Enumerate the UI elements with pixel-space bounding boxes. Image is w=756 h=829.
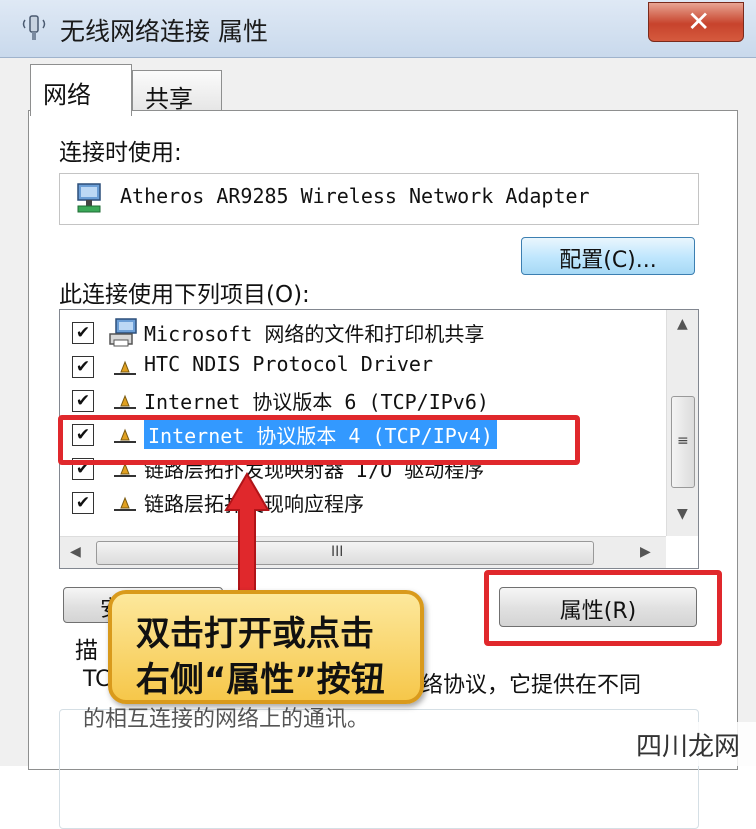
list-item-file-printer-sharing[interactable]: ✔ Microsoft 网络的文件和打印机共享 xyxy=(60,316,664,350)
callout-line-1: 双击打开或点击 xyxy=(136,614,374,654)
watermark: 四川龙网 xyxy=(628,722,756,766)
item-checkbox[interactable]: ✔ xyxy=(72,322,94,344)
protocol-icon xyxy=(114,394,136,409)
scroll-up-icon[interactable]: ▲ xyxy=(677,316,688,332)
list-item-label: Internet 协议版本 6 (TCP/IPv6) xyxy=(144,390,489,414)
list-item-label: Microsoft 网络的文件和打印机共享 xyxy=(144,322,485,346)
protocol-icon xyxy=(114,496,136,511)
computer-printer-icon xyxy=(109,318,137,347)
scroll-right-icon[interactable]: ▶ xyxy=(640,544,651,560)
vertical-scroll-thumb[interactable]: ≡ xyxy=(671,396,695,488)
wireless-network-icon xyxy=(22,15,46,40)
adapter-field: Atheros AR9285 Wireless Network Adapter xyxy=(59,173,699,225)
item-checkbox[interactable]: ✔ xyxy=(72,356,94,378)
highlight-box-properties xyxy=(484,570,722,646)
adapter-name: Atheros AR9285 Wireless Network Adapter xyxy=(120,184,590,208)
list-item-label: HTC NDIS Protocol Driver xyxy=(144,352,433,376)
list-item-htc-ndis[interactable]: ✔ HTC NDIS Protocol Driver xyxy=(60,350,664,384)
vertical-scrollbar[interactable]: ▲ ≡ ▼ xyxy=(666,310,698,536)
list-item-ipv6[interactable]: ✔ Internet 协议版本 6 (TCP/IPv6) xyxy=(60,384,664,418)
description-text-line2: 的相互连接的网络上的通讯。 xyxy=(83,707,370,732)
tab-sharing-label: 共享 xyxy=(145,85,193,113)
connect-using-label: 连接时使用: xyxy=(59,140,182,166)
pointer-arrow-icon xyxy=(224,472,270,596)
items-list-label: 此连接使用下列项目(O): xyxy=(59,282,310,308)
window-title: 无线网络连接 属性 xyxy=(60,17,268,46)
scroll-left-icon[interactable]: ◀ xyxy=(70,544,81,560)
scroll-grip-icon: ≡ xyxy=(677,433,689,449)
horizontal-scrollbar[interactable]: ◀ III ▶ xyxy=(60,536,666,568)
highlight-box-ipv4 xyxy=(58,415,580,465)
scroll-grip-icon: III xyxy=(331,544,344,560)
close-button[interactable]: ✕ xyxy=(648,2,744,42)
scroll-down-icon[interactable]: ▼ xyxy=(677,506,688,522)
title-bar: 无线网络连接 属性 ✕ xyxy=(0,0,756,58)
network-adapter-icon xyxy=(77,183,101,213)
item-checkbox[interactable]: ✔ xyxy=(72,390,94,412)
protocol-icon xyxy=(114,360,136,375)
tab-network[interactable]: 网络 xyxy=(30,64,132,116)
description-text-start: TC xyxy=(83,667,111,692)
callout-line-2: 右侧“属性”按钮 xyxy=(136,660,385,700)
tab-sharing[interactable]: 共享 xyxy=(132,70,222,113)
description-label: 描 xyxy=(75,638,98,664)
watermark-text: 四川龙网 xyxy=(636,732,741,762)
close-icon: ✕ xyxy=(687,5,711,38)
tab-network-label: 网络 xyxy=(43,81,91,109)
description-text-end: 络协议，它提供在不同 xyxy=(421,673,642,698)
instruction-callout: 双击打开或点击 右侧“属性”按钮 xyxy=(108,590,424,704)
list-item-lltd-responder[interactable]: ✔ 链路层拓扑发现响应程序 xyxy=(60,486,664,520)
configure-button[interactable]: 配置(C)... xyxy=(521,237,695,275)
horizontal-scroll-thumb[interactable]: III xyxy=(96,541,594,565)
item-checkbox[interactable]: ✔ xyxy=(72,492,94,514)
